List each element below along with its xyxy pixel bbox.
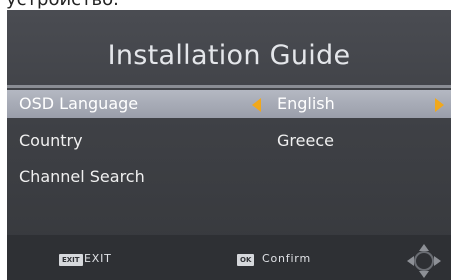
menu-item-osd-language[interactable]: OSD Language English: [7, 90, 451, 118]
caret-left-icon[interactable]: [252, 98, 261, 112]
exit-key-badge: EXIT: [59, 254, 83, 266]
menu-item-channel-search[interactable]: Channel Search: [7, 163, 451, 191]
top-caption-strip: устройство.: [0, 0, 451, 10]
title-divider: [7, 85, 451, 88]
menu-item-label: Country: [19, 131, 83, 150]
menu-item-label: Channel Search: [19, 167, 145, 186]
footer-hint-bar: EXIT EXIT OK Confirm: [7, 235, 451, 280]
ok-key-badge: OK: [237, 254, 255, 266]
menu-item-country[interactable]: Country Greece: [7, 127, 451, 155]
dpad-icon: [407, 244, 441, 278]
confirm-hint-label: Confirm: [262, 252, 311, 265]
page-title: Installation Guide: [107, 40, 351, 71]
installation-guide-screen: Installation Guide OSD Language English …: [7, 10, 451, 280]
caret-right-icon[interactable]: [435, 98, 444, 112]
menu-item-value: English: [277, 94, 335, 113]
menu-item-value: Greece: [277, 131, 334, 150]
menu-item-label: OSD Language: [19, 94, 139, 113]
exit-hint-label: EXIT: [84, 252, 112, 265]
top-caption-text: устройство.: [6, 0, 119, 10]
